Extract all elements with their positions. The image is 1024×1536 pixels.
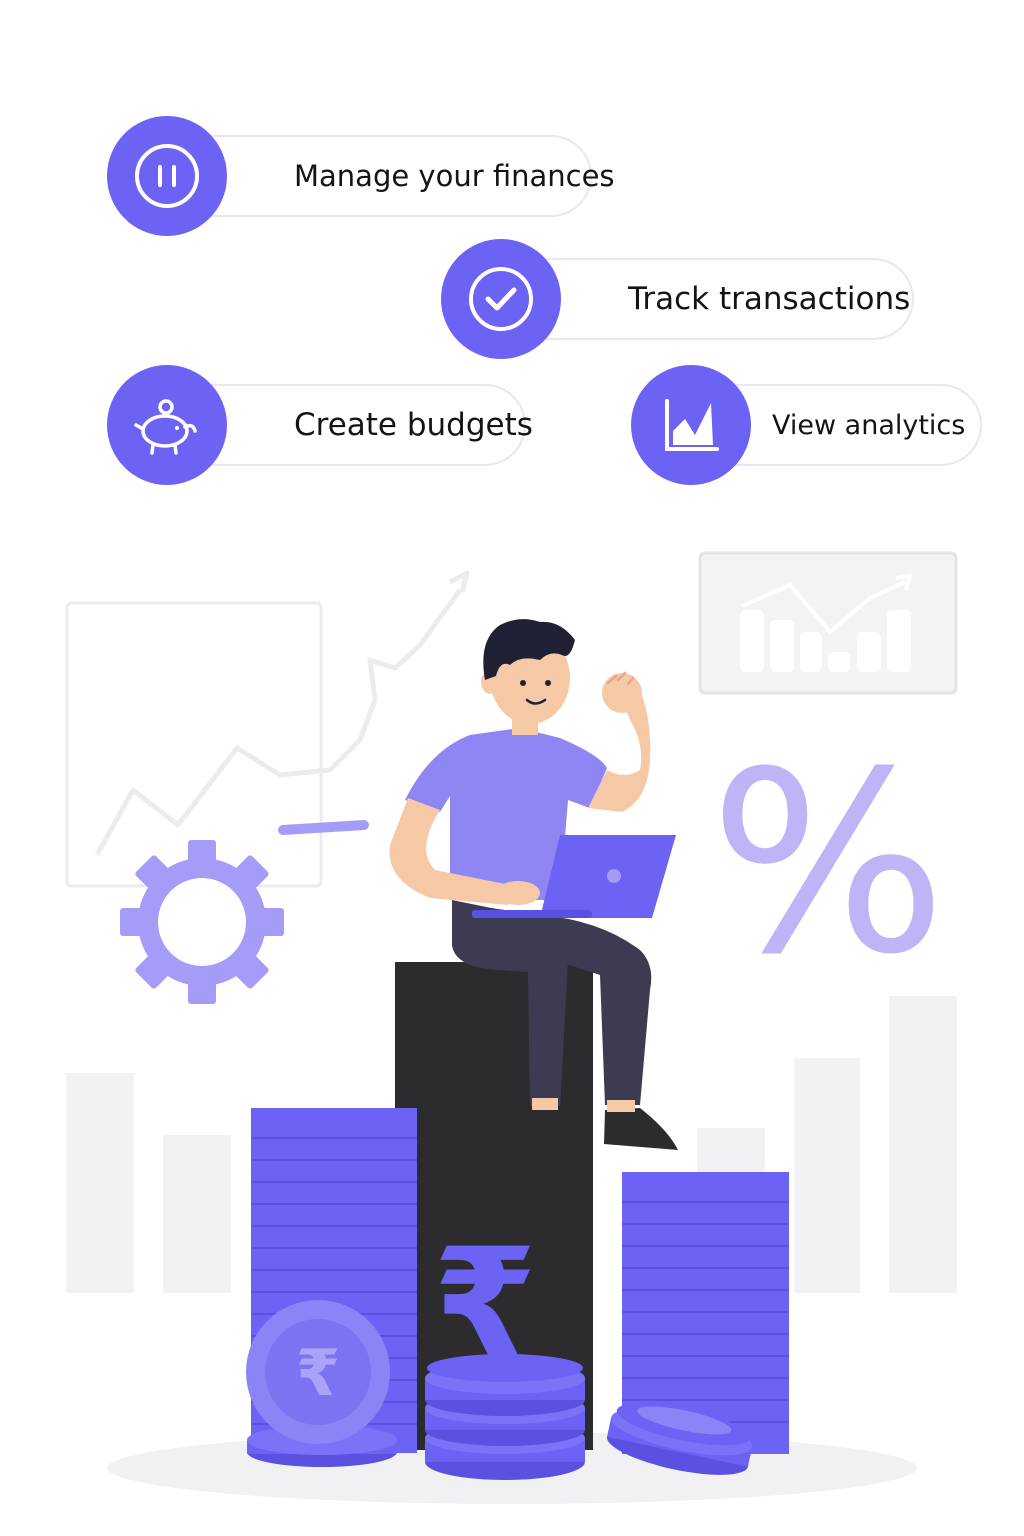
percent-symbol: % [709,718,947,1009]
panel-bar [740,610,764,672]
feature-label-manage-finances: Manage your finances [294,159,615,193]
chart-panel-right [698,551,958,695]
rupee-symbol-coin: ₹ [296,1337,341,1411]
coin-pile-center [425,1354,585,1480]
panel-bar [857,632,881,672]
gear-icon [120,840,284,1004]
finance-illustration: % ₹ ₹ [65,551,958,1504]
feature-label-create-budgets: Create budgets [294,407,533,443]
piggy-bank-icon [107,365,227,485]
finance-pause-icon [107,116,227,236]
panel-bar [800,632,822,672]
analytics-chart-icon [631,365,751,485]
feature-label-track-transactions: Track transactions [628,281,911,317]
feature-label-view-analytics: View analytics [772,409,966,441]
accent-dash [278,820,369,835]
panel-bar [887,610,911,672]
panel-bar [770,620,794,672]
check-circle-icon [441,239,561,359]
panel-bar [828,652,850,672]
